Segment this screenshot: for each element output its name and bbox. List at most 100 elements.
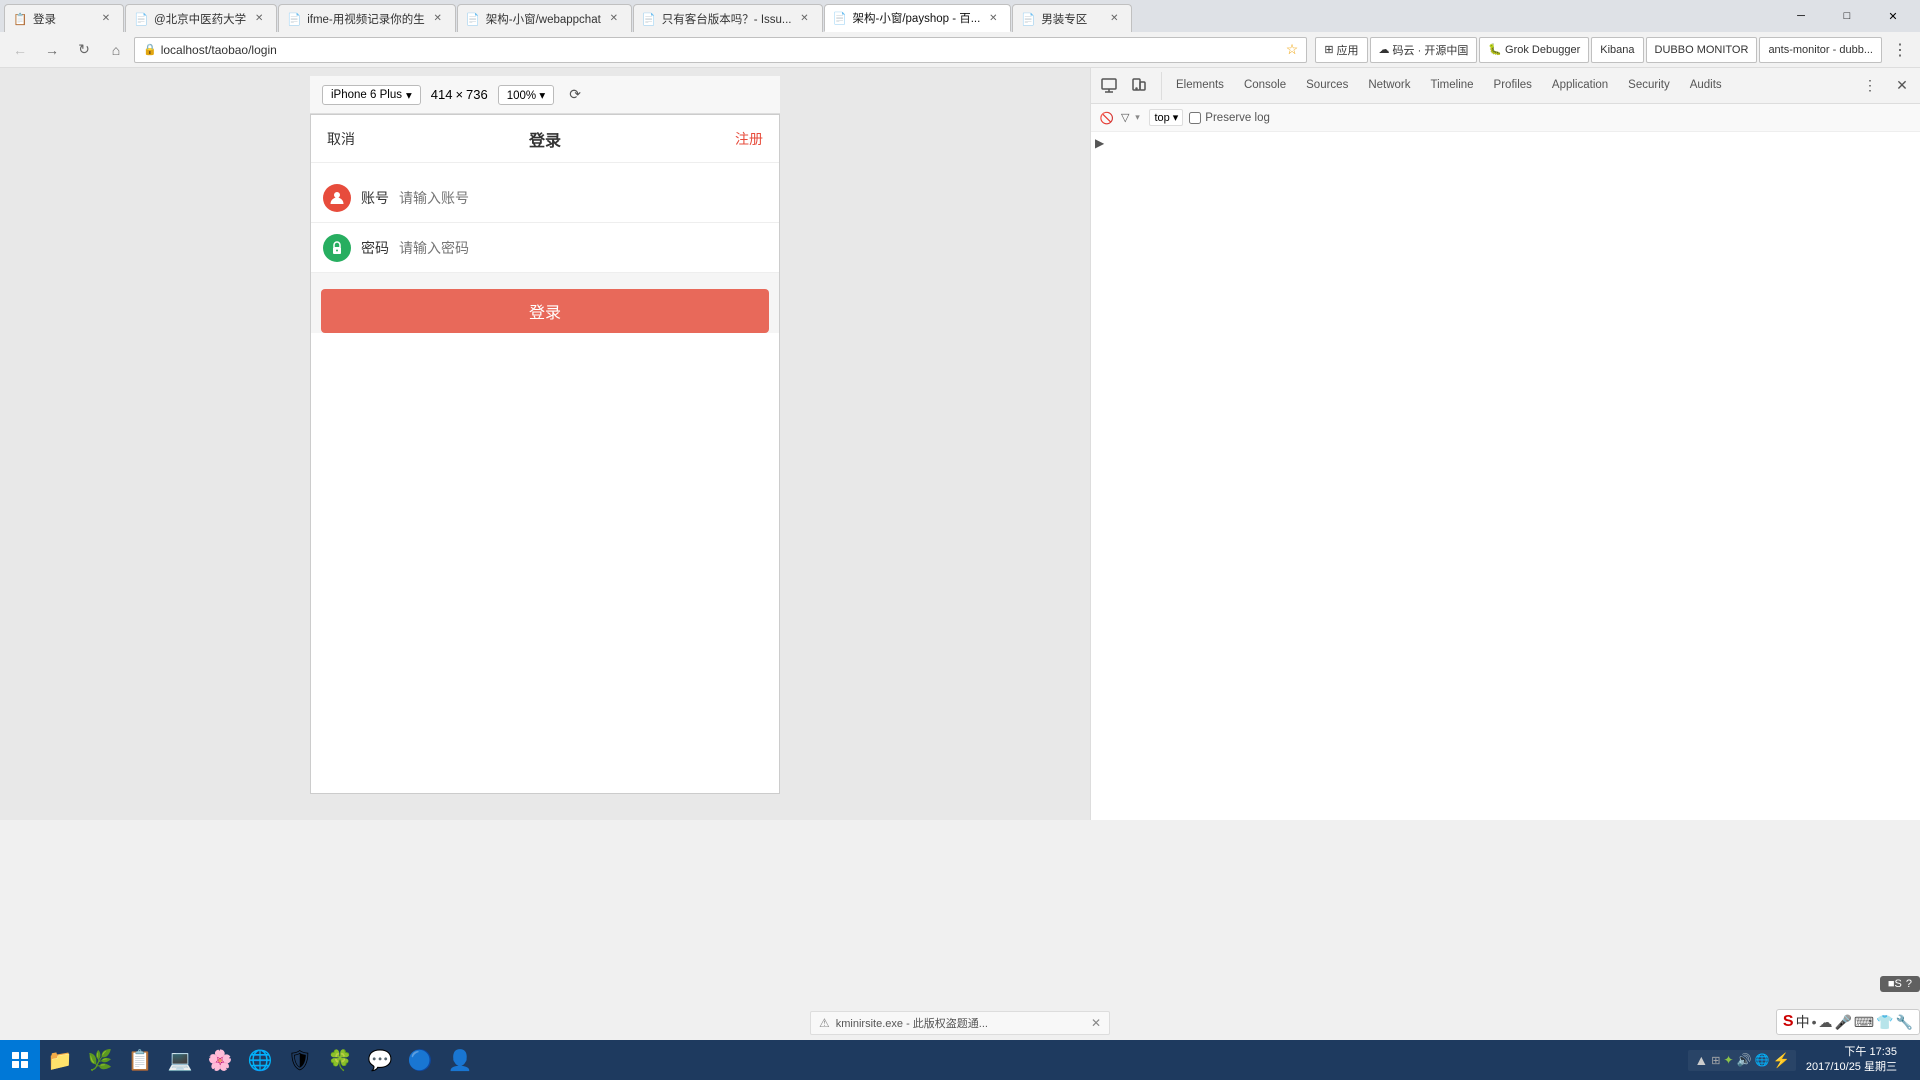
tab-4[interactable]: 📄 架构-小窗/webappchat ✕	[457, 4, 632, 32]
bookmark-star-icon[interactable]: ☆	[1286, 41, 1299, 58]
device-selector[interactable]: iPhone 6 Plus ▾	[322, 85, 421, 105]
taskbar-icon-4[interactable]: 💻	[160, 1040, 200, 1080]
sogou-ime-bar[interactable]: S 中 • ☁ 🎤 ⌨ 👕 🔧	[1776, 1009, 1920, 1035]
tab-1-close[interactable]: ✕	[99, 12, 113, 26]
close-button[interactable]: ✕	[1870, 0, 1916, 32]
tab-5[interactable]: 📄 只有客台版本吗？- Issu... ✕	[633, 4, 823, 32]
zoom-selector[interactable]: 100% ▾	[498, 85, 554, 105]
inspect-element-button[interactable]	[1095, 72, 1123, 100]
tab-1-favicon: 📋	[13, 12, 27, 26]
tab-4-close[interactable]: ✕	[607, 12, 621, 26]
console-clear-button[interactable]: 🚫	[1099, 110, 1115, 126]
device-mode-button[interactable]	[1125, 72, 1153, 100]
tab-elements[interactable]: Elements	[1166, 68, 1234, 104]
devtools-close-button[interactable]: ✕	[1888, 72, 1916, 100]
url-text: localhost/taobao/login	[161, 43, 1282, 57]
start-button[interactable]	[0, 1040, 40, 1080]
devtools-right-controls: ⋮ ✕	[1856, 72, 1916, 100]
back-button[interactable]: ←	[6, 36, 34, 64]
tab-7-close[interactable]: ✕	[1107, 12, 1121, 26]
tab-6[interactable]: 📄 架构-小窗/payshop - 百... ✕	[824, 4, 1012, 32]
window-controls: ─ □ ✕	[1778, 0, 1916, 32]
username-label: 账号	[361, 188, 389, 208]
expand-arrow-icon[interactable]: ▶	[1095, 136, 1104, 150]
extension-kibana[interactable]: Kibana	[1591, 37, 1643, 63]
tab-2-close[interactable]: ✕	[252, 12, 266, 26]
username-field: 账号	[311, 173, 779, 223]
tabs-area: 📋 登录 ✕ 📄 @北京中医药大学 ✕ 📄 ifme-用视频记录你的生 ✕ 📄 …	[4, 0, 1774, 32]
taskbar-icon-8[interactable]: 🍀	[320, 1040, 360, 1080]
refresh-button[interactable]: ↻	[70, 36, 98, 64]
taskbar-icons: 📁 🌿 📋 💻 🌸 🌐 🛡 🍀 💬 🔵 👤	[40, 1040, 480, 1080]
taskbar-icon-9[interactable]: 💬	[360, 1040, 400, 1080]
console-filter-button[interactable]: ▽ ▾	[1121, 111, 1143, 124]
tab-network[interactable]: Network	[1358, 68, 1420, 104]
sogou-tool-icon: 🔧	[1896, 1014, 1913, 1031]
maximize-button[interactable]: □	[1824, 0, 1870, 32]
devtools-more-button[interactable]: ⋮	[1856, 72, 1884, 100]
home-button[interactable]: ⌂	[102, 36, 130, 64]
tab-profiles[interactable]: Profiles	[1484, 68, 1542, 104]
notification-icon: ⚠	[819, 1016, 830, 1030]
tab-timeline[interactable]: Timeline	[1421, 68, 1484, 104]
taskbar-icon-2[interactable]: 🌿	[80, 1040, 120, 1080]
taskbar-chrome[interactable]: 🌐	[240, 1040, 280, 1080]
tray-icon-4: 🔊	[1737, 1053, 1752, 1067]
tab-6-favicon: 📄	[833, 11, 847, 25]
minimize-button[interactable]: ─	[1778, 0, 1824, 32]
extension-dubbo[interactable]: DUBBO MONITOR	[1646, 37, 1758, 63]
extension-grok[interactable]: 🐛 Grok Debugger	[1479, 37, 1589, 63]
password-input[interactable]	[399, 240, 767, 256]
tab-3-title: ifme-用视频记录你的生	[307, 11, 425, 27]
show-desktop-button[interactable]	[1907, 1040, 1915, 1080]
extension-muyun[interactable]: ☁ 码云 · 开源中国	[1370, 37, 1478, 63]
title-bar: 📋 登录 ✕ 📄 @北京中医药大学 ✕ 📄 ifme-用视频记录你的生 ✕ 📄 …	[0, 0, 1920, 32]
frame-selector[interactable]: top ▾	[1149, 109, 1183, 126]
tab-2[interactable]: 📄 @北京中医药大学 ✕	[125, 4, 277, 32]
zoom-dropdown-icon: ▾	[539, 90, 545, 102]
address-bar[interactable]: 🔒 localhost/taobao/login ☆	[134, 37, 1307, 63]
tab-application[interactable]: Application	[1542, 68, 1618, 104]
tab-2-title: @北京中医药大学	[154, 11, 246, 27]
tab-2-favicon: 📄	[134, 12, 148, 26]
taskbar-icon-5[interactable]: 🌸	[200, 1040, 240, 1080]
tab-security[interactable]: Security	[1618, 68, 1680, 104]
tab-sources[interactable]: Sources	[1296, 68, 1358, 104]
extension-ants[interactable]: ants-monitor - dubb...	[1759, 37, 1882, 63]
sogou-dot-icon: •	[1812, 1014, 1817, 1030]
rotate-button[interactable]: ⟳	[564, 84, 586, 106]
login-button[interactable]: 登录	[321, 289, 769, 333]
taskbar-icon-7[interactable]: 🛡	[280, 1040, 320, 1080]
login-form: 账号 密码	[311, 173, 779, 273]
browser-content: iPhone 6 Plus ▾ 414 × 736 100% ▾ ⟳	[0, 68, 1090, 820]
lock-icon: 🔒	[143, 43, 157, 56]
tab-7[interactable]: 📄 男装专区 ✕	[1012, 4, 1132, 32]
sogou-skin-icon: 👕	[1876, 1014, 1893, 1031]
username-input[interactable]	[399, 190, 767, 206]
cancel-button[interactable]: 取消	[327, 129, 355, 149]
tab-audits[interactable]: Audits	[1680, 68, 1732, 104]
sogou-help-icon: ?	[1906, 978, 1912, 990]
tab-5-favicon: 📄	[642, 12, 656, 26]
preserve-log-checkbox[interactable]	[1189, 112, 1201, 124]
browser-menu-button[interactable]: ⋮	[1886, 36, 1914, 64]
taskbar-icon-10[interactable]: 🔵	[400, 1040, 440, 1080]
notification-close[interactable]: ✕	[1091, 1016, 1101, 1030]
tray-icon-3: ✦	[1723, 1053, 1733, 1067]
tab-console[interactable]: Console	[1234, 68, 1296, 104]
tab-1[interactable]: 📋 登录 ✕	[4, 4, 124, 32]
preserve-log-label[interactable]: Preserve log	[1189, 112, 1270, 124]
taskbar-explorer[interactable]: 📁	[40, 1040, 80, 1080]
taskbar-icon-11[interactable]: 👤	[440, 1040, 480, 1080]
forward-button[interactable]: →	[38, 36, 66, 64]
sogou-s-icon: S	[1783, 1013, 1794, 1031]
grok-icon: 🐛	[1488, 43, 1502, 56]
tab-5-close[interactable]: ✕	[798, 12, 812, 26]
taskbar-icon-3[interactable]: 📋	[120, 1040, 160, 1080]
tab-6-close[interactable]: ✕	[986, 11, 1000, 25]
tab-3[interactable]: 📄 ifme-用视频记录你的生 ✕	[278, 4, 456, 32]
tab-3-close[interactable]: ✕	[431, 12, 445, 26]
tray-icon-5: 🌐	[1754, 1053, 1769, 1067]
register-link[interactable]: 注册	[735, 129, 763, 149]
extension-apps[interactable]: ⊞ 应用	[1315, 37, 1367, 63]
